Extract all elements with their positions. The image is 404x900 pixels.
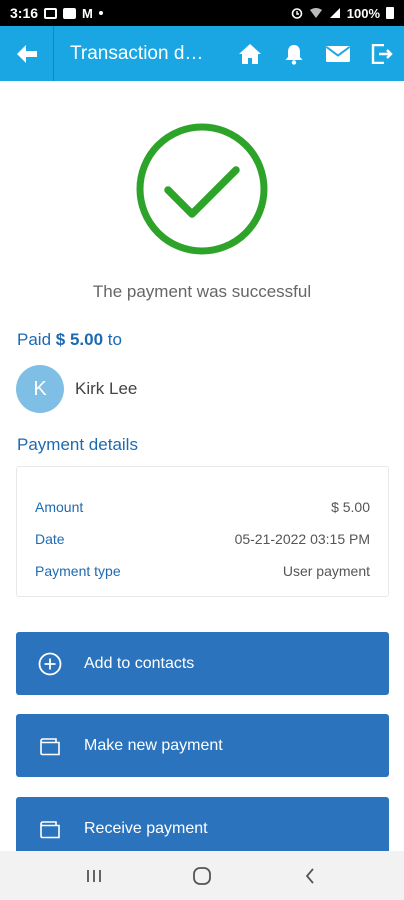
status-left: 3:16 M [10,5,103,21]
status-time: 3:16 [10,5,39,21]
bell-icon [285,44,303,65]
status-right: 100% [291,6,394,21]
system-home-button[interactable] [172,851,232,900]
notifications-button[interactable] [272,26,316,81]
receive-payment-label: Receive payment [84,819,208,837]
envelope-icon [325,45,351,62]
gallery-icon [44,7,58,19]
recents-button[interactable] [64,851,124,900]
add-to-contacts-button[interactable]: Add to contacts [16,632,389,695]
logout-button[interactable] [360,26,404,81]
wallet-icon [16,736,84,756]
paid-amount: $ 5.00 [55,330,104,349]
detail-value: User payment [282,563,370,579]
app-actions [228,26,404,81]
app-bar: Transaction de… [0,26,404,81]
success-check-icon [136,123,268,255]
page-title: Transaction de… [70,42,204,64]
detail-label: Payment type [35,563,121,579]
make-new-payment-label: Make new payment [84,736,223,754]
success-message: The payment was successful [92,282,312,301]
detail-row-date: Date 05-21-2022 03:15 PM [35,523,370,555]
battery-percent: 100% [346,5,380,21]
paid-suffix: to [107,330,122,349]
arrow-left-icon [16,44,37,63]
payee: K Kirk Lee [16,365,137,413]
detail-row-payment-type: Payment type User payment [35,555,370,587]
circle-home-icon [193,866,211,885]
notification-dot-icon [98,11,103,15]
back-button[interactable] [0,26,54,81]
alarm-icon [291,7,303,19]
paid-prefix: Paid [17,330,52,349]
make-new-payment-button[interactable]: Make new payment [16,714,389,777]
wallet-icon [16,819,84,839]
status-bar: 3:16 M 100% [0,0,404,26]
detail-label: Amount [35,499,84,515]
detail-row-amount: Amount $ 5.00 [35,491,370,523]
wifi-icon [309,7,323,19]
payee-name: Kirk Lee [75,379,138,398]
signal-icon [329,7,341,19]
detail-label: Date [35,531,65,547]
battery-icon [386,7,394,19]
paid-summary: Paid $ 5.00 to [17,330,122,350]
payment-details-card: Amount $ 5.00 Date 05-21-2022 03:15 PM P… [16,466,389,597]
gmail-icon: M [82,5,93,21]
detail-value: $ 5.00 [331,499,370,515]
plus-circle-icon [16,652,84,676]
youtube-icon [63,7,77,19]
home-icon [239,43,261,64]
payment-details-title: Payment details [17,435,138,454]
add-to-contacts-label: Add to contacts [84,654,195,672]
avatar: K [16,365,64,413]
recents-icon [87,869,101,882]
mail-button[interactable] [316,26,360,81]
home-button[interactable] [228,26,272,81]
exit-icon [371,43,393,64]
detail-value: 05-21-2022 03:15 PM [234,531,370,547]
chevron-left-icon [305,867,314,884]
system-back-button[interactable] [280,851,340,900]
system-nav-bar [0,851,404,900]
